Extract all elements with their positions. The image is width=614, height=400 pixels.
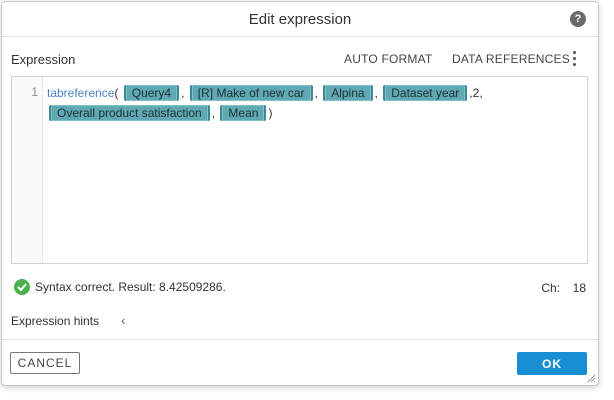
dialog-footer: CANCEL OK [2, 339, 598, 385]
reference-token-variable[interactable]: [R] Make of new car [189, 85, 313, 101]
line-number: 1 [31, 85, 38, 99]
expression-hints-toggle[interactable]: Expression hints [11, 314, 99, 328]
reference-token-query[interactable]: Query4 [123, 85, 180, 101]
auto-format-button[interactable]: AUTO FORMAT [344, 52, 432, 66]
syntax-status: Syntax correct. Result: 8.42509286. Ch: … [14, 278, 586, 296]
character-count-label: Ch: [541, 281, 560, 295]
expression-editor[interactable]: 1 tabreference( Query4, [R] Make of new … [11, 76, 588, 264]
expression-code[interactable]: tabreference( Query4, [R] Make of new ca… [47, 83, 581, 123]
open-paren: ( [114, 86, 119, 100]
character-count-value: 18 [572, 281, 586, 295]
reference-token-statistic[interactable]: Mean [220, 105, 267, 121]
status-text: Syntax correct. Result: 8.42509286. [35, 280, 226, 294]
separator: , [374, 86, 378, 100]
reference-token-satisfaction[interactable]: Overall product satisfaction [49, 105, 210, 121]
help-icon[interactable]: ? [570, 11, 586, 27]
separator: , [314, 86, 318, 100]
ok-button[interactable]: OK [517, 352, 587, 375]
check-circle-icon [14, 279, 30, 295]
dialog-title: Edit expression [248, 11, 352, 28]
more-options-icon[interactable] [570, 49, 578, 69]
separator: , [211, 106, 216, 120]
reference-token-category[interactable]: Alpina [323, 85, 373, 101]
line-number-gutter: 1 [12, 77, 43, 263]
separator: , [479, 86, 483, 100]
dialog-titlebar: Edit expression ? [2, 2, 598, 37]
function-name: tabreference [47, 86, 115, 100]
data-references-button[interactable]: DATA REFERENCES [452, 52, 570, 66]
reference-token-dataset-year[interactable]: Dataset year [383, 85, 468, 101]
separator: , [181, 86, 185, 100]
edit-expression-dialog: Edit expression ? Expression AUTO FORMAT… [1, 1, 599, 386]
resize-grip-icon[interactable] [587, 374, 596, 383]
cancel-button[interactable]: CANCEL [10, 352, 80, 374]
expression-section-label: Expression [11, 52, 76, 67]
close-paren: ) [268, 106, 273, 120]
chevron-left-icon[interactable]: ‹ [121, 312, 126, 328]
